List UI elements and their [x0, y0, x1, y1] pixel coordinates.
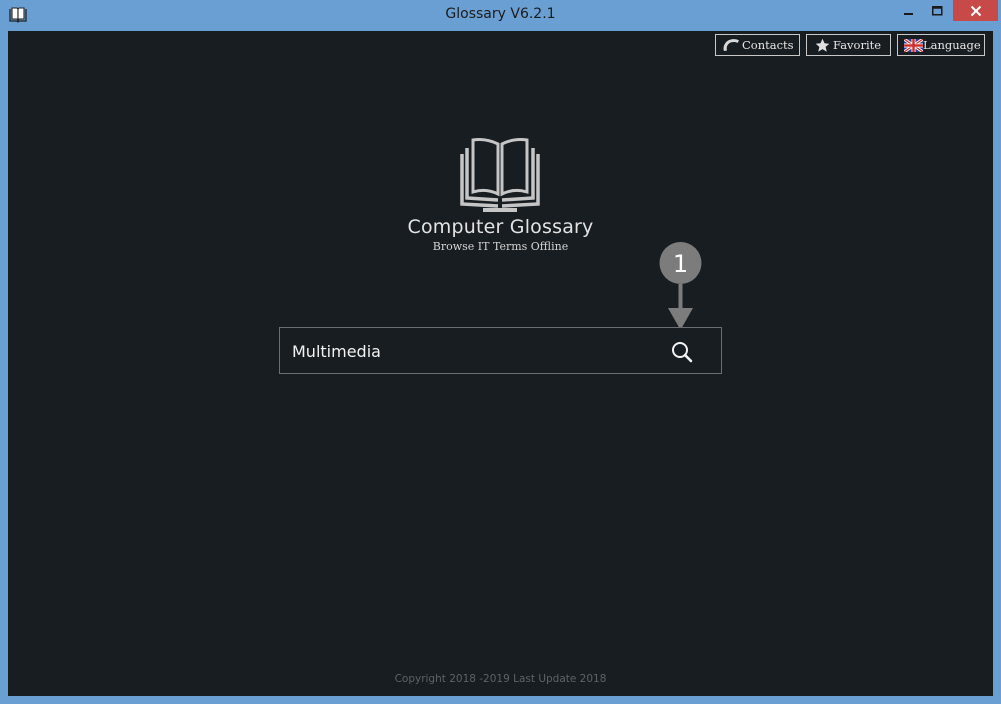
- app-window: Glossary V6.2.1 Contacts Favorite Langua…: [0, 0, 1001, 704]
- search-icon: [672, 342, 693, 363]
- favorite-button[interactable]: Favorite: [806, 34, 891, 56]
- language-label: Language: [923, 38, 981, 52]
- copyright-text: Copyright 2018 -2019 Last Update 2018: [394, 673, 607, 685]
- title-bar[interactable]: Glossary V6.2.1: [0, 0, 1001, 31]
- maximize-button[interactable]: [922, 0, 952, 22]
- search-box: [279, 327, 722, 374]
- close-button[interactable]: [953, 0, 998, 21]
- phone-icon: [723, 39, 739, 51]
- contacts-button[interactable]: Contacts: [715, 34, 800, 56]
- search-button[interactable]: [669, 339, 695, 365]
- open-book-icon: [460, 138, 540, 212]
- callout-arrow-shaft: [678, 284, 683, 312]
- favorite-label: Favorite: [833, 38, 882, 52]
- search-input[interactable]: [292, 338, 652, 364]
- app-name: Computer Glossary: [407, 216, 594, 238]
- window-title: Glossary V6.2.1: [445, 6, 556, 22]
- step-number: 1: [673, 250, 688, 278]
- close-icon: [970, 5, 981, 16]
- app-tagline: Browse IT Terms Offline: [432, 240, 569, 253]
- minimize-button[interactable]: [894, 0, 924, 22]
- minimize-icon: [904, 13, 913, 15]
- language-button[interactable]: Language: [897, 34, 985, 56]
- uk-flag-icon: [904, 38, 923, 52]
- main-content: Contacts Favorite Language Computer Glos…: [8, 31, 993, 696]
- star-icon: [815, 38, 830, 52]
- maximize-icon: [931, 6, 942, 16]
- contacts-label: Contacts: [742, 38, 794, 52]
- step-callout: 1: [659, 242, 702, 330]
